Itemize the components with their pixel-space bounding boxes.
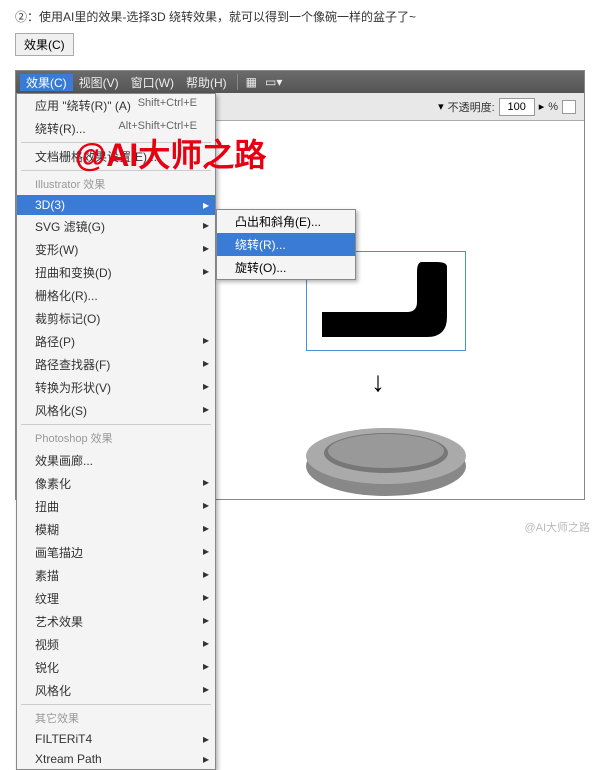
menu-pathfinder[interactable]: 路径查找器(F)▸ (17, 353, 215, 376)
menu-cropmarks[interactable]: 裁剪标记(O) (17, 307, 215, 330)
menu-texture[interactable]: 纹理▸ (17, 587, 215, 610)
menu-warp[interactable]: 变形(W)▸ (17, 238, 215, 261)
menu-revolve-again[interactable]: 绕转(R)...Alt+Shift+Ctrl+E (17, 117, 215, 140)
menu-pixelate[interactable]: 像素化▸ (17, 472, 215, 495)
menu-blur[interactable]: 模糊▸ (17, 518, 215, 541)
menu-sharpen[interactable]: 锐化▸ (17, 656, 215, 679)
menu-effect[interactable]: 效果(C) (20, 74, 73, 91)
bowl-result (296, 411, 476, 501)
menu-video[interactable]: 视频▸ (17, 633, 215, 656)
menu-window[interactable]: 窗口(W) (125, 74, 180, 91)
opacity-arrow-icon[interactable]: ▸ (539, 100, 545, 113)
menu-apply-last[interactable]: 应用 "绕转(R)" (A)Shift+Ctrl+E (17, 94, 215, 117)
menu-3d[interactable]: 3D(3)▸ (17, 195, 215, 215)
submenu-extrude[interactable]: 凸出和斜角(E)... (217, 210, 355, 233)
style-icon[interactable] (562, 100, 576, 114)
canvas: ↓ (226, 131, 584, 499)
menubar: 效果(C) 视图(V) 窗口(W) 帮助(H) ▦ ▭▾ (16, 71, 584, 93)
bridge-icon[interactable]: ▦ (242, 75, 261, 89)
menu-svg-filters[interactable]: SVG 滤镜(G)▸ (17, 215, 215, 238)
submenu-revolve[interactable]: 绕转(R)... (217, 233, 355, 256)
menu-rasterize[interactable]: 栅格化(R)... (17, 284, 215, 307)
menu-gallery[interactable]: 效果画廊... (17, 449, 215, 472)
credit-text: @AI大师之路 (524, 519, 590, 535)
instruction-text: ②：使用AI里的效果-选择3D 绕转效果，就可以得到一个像碗一样的盆子了~ (0, 0, 600, 29)
effect-menu-dropdown: 应用 "绕转(R)" (A)Shift+Ctrl+E 绕转(R)...Alt+S… (16, 93, 216, 770)
menu-xtreampath[interactable]: Xtream Path▸ (17, 749, 215, 769)
menu-distort[interactable]: 扭曲和变换(D)▸ (17, 261, 215, 284)
arrange-icon[interactable]: ▭▾ (261, 75, 286, 89)
opacity-dropdown-icon[interactable]: ▾ (438, 100, 444, 113)
effect-button[interactable]: 效果(C) (15, 33, 74, 56)
percent-label: % (548, 101, 558, 113)
menu-stylize-ai[interactable]: 风格化(S)▸ (17, 399, 215, 422)
menu-help[interactable]: 帮助(H) (180, 74, 233, 91)
menu-stylize-ps[interactable]: 风格化▸ (17, 679, 215, 702)
menu-distort-ps[interactable]: 扭曲▸ (17, 495, 215, 518)
illustrator-window: 效果(C) 视图(V) 窗口(W) 帮助(H) ▦ ▭▾ ▾ 不透明度: ▸ %… (15, 70, 585, 500)
menu-convert-shape[interactable]: 转换为形状(V)▸ (17, 376, 215, 399)
section-photoshop: Photoshop 效果 (17, 427, 215, 449)
opacity-input[interactable] (499, 98, 535, 116)
submenu-3d: 凸出和斜角(E)... 绕转(R)... 旋转(O)... (216, 209, 356, 280)
menu-view[interactable]: 视图(V) (73, 74, 125, 91)
menu-path[interactable]: 路径(P)▸ (17, 330, 215, 353)
menu-brush[interactable]: 画笔描边▸ (17, 541, 215, 564)
menu-filterit4[interactable]: FILTERiT4▸ (17, 729, 215, 749)
opacity-label: 不透明度: (448, 99, 495, 115)
menu-artistic[interactable]: 艺术效果▸ (17, 610, 215, 633)
arrow-down-icon: ↓ (371, 366, 385, 398)
submenu-rotate[interactable]: 旋转(O)... (217, 256, 355, 279)
menu-sketch[interactable]: 素描▸ (17, 564, 215, 587)
submenu-arrow-icon: ▸ (203, 198, 209, 212)
menu-doc-raster[interactable]: 文档栅格效果设置(E)... (17, 145, 215, 168)
section-other: 其它效果 (17, 707, 215, 729)
section-illustrator: Illustrator 效果 (17, 173, 215, 195)
